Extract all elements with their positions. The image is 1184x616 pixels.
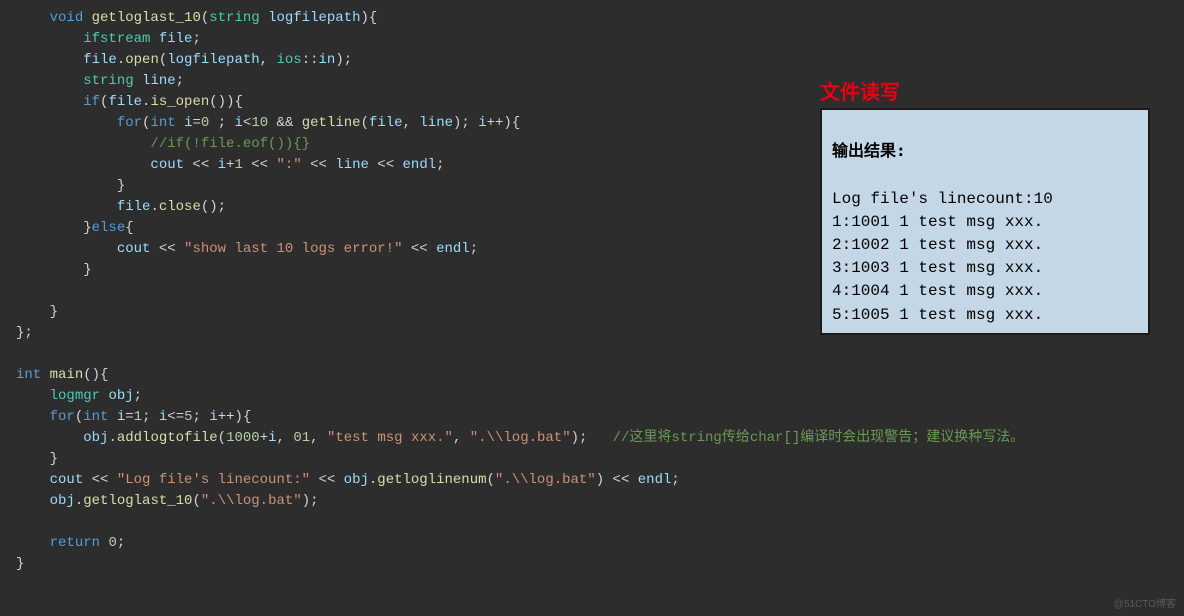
overlay-title: 文件读写 xyxy=(820,78,900,108)
output-lines: Log file's linecount:10 1:1001 1 test ms… xyxy=(832,190,1053,324)
watermark: @51CTO博客 xyxy=(1114,597,1176,612)
output-box: 输出结果: Log file's linecount:10 1:1001 1 t… xyxy=(820,108,1150,335)
output-heading: 输出结果: xyxy=(832,141,906,160)
